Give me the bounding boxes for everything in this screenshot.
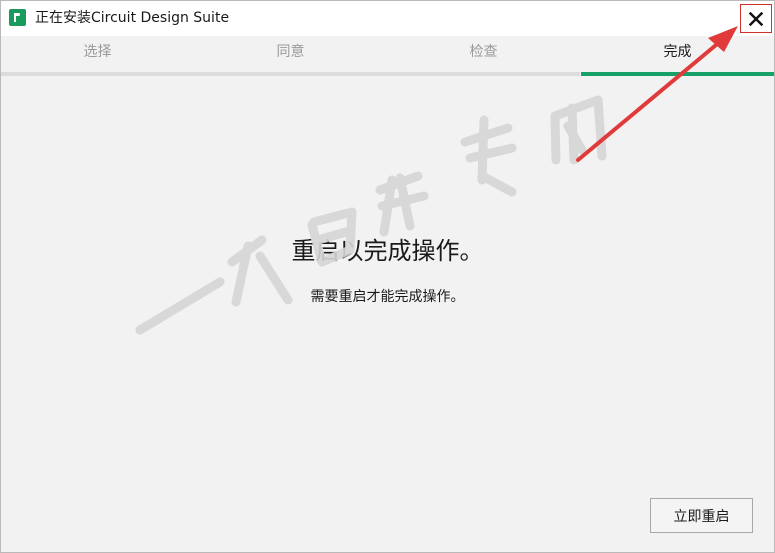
- step-select-label: 选择: [83, 44, 112, 60]
- page-heading: 重启以完成操作。: [291, 237, 484, 265]
- step-agree-indicator: [194, 72, 387, 76]
- title-bar: 正在安装Circuit Design Suite: [1, 1, 774, 36]
- step-finish[interactable]: 完成: [581, 36, 774, 76]
- close-icon: [749, 11, 763, 26]
- step-check-indicator: [387, 72, 580, 76]
- restart-message: 需要重启才能完成操作。: [310, 289, 465, 305]
- window-title: 正在安装Circuit Design Suite: [35, 10, 230, 26]
- step-check-label: 检查: [469, 44, 498, 60]
- step-agree-label: 同意: [276, 44, 305, 60]
- step-tabs: 选择 同意 检查 完成: [1, 36, 774, 76]
- step-finish-label: 完成: [663, 44, 692, 60]
- app-icon: [9, 9, 26, 26]
- installer-window: 正在安装Circuit Design Suite 选择 同意 检查 完成 重启以…: [0, 0, 775, 553]
- step-select-indicator: [1, 72, 194, 76]
- step-select[interactable]: 选择: [1, 36, 194, 76]
- close-button[interactable]: [740, 4, 772, 33]
- step-finish-indicator: [581, 72, 774, 76]
- step-agree[interactable]: 同意: [194, 36, 387, 76]
- step-check[interactable]: 检查: [387, 36, 580, 76]
- restart-now-button[interactable]: 立即重启: [650, 498, 753, 533]
